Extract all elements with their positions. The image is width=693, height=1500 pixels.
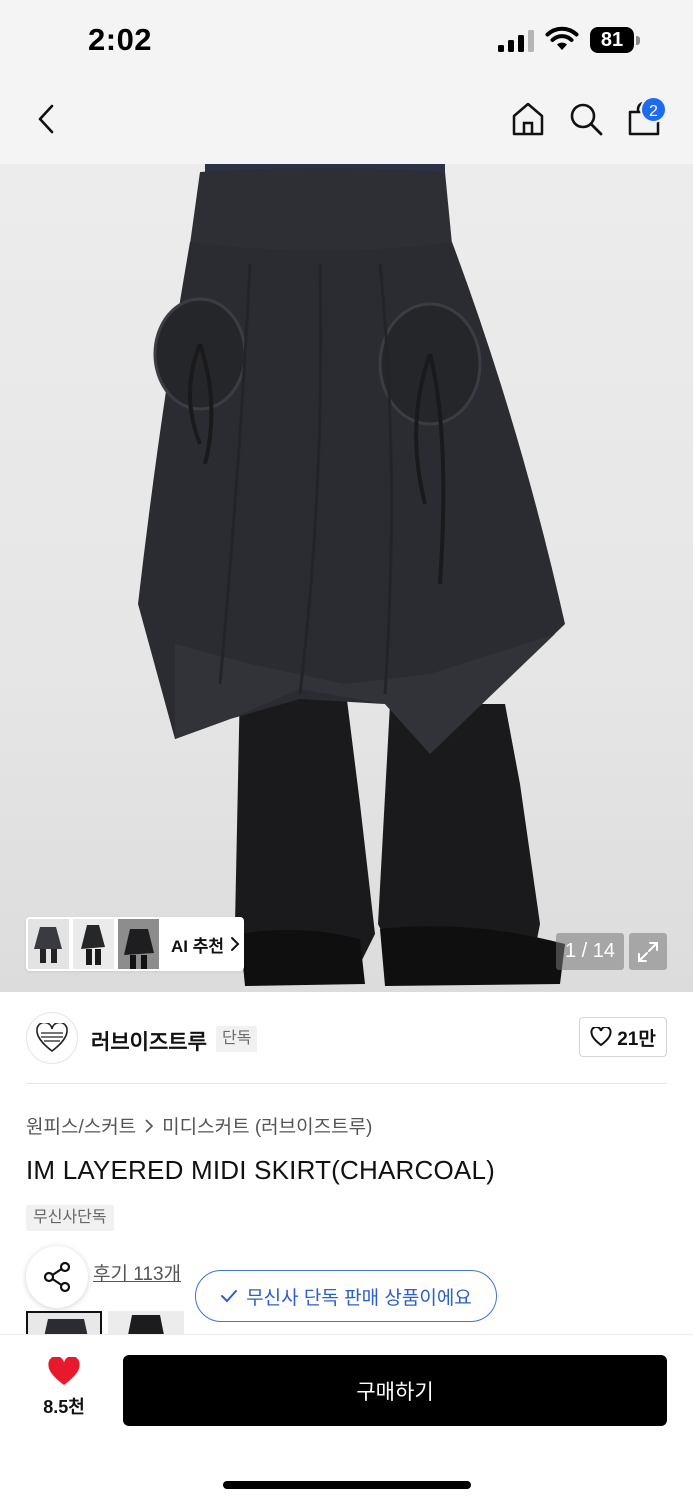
product-title: IM LAYERED MIDI SKIRT(CHARCOAL)	[26, 1155, 495, 1185]
review-link[interactable]: 후기 113개	[93, 1259, 181, 1286]
wifi-icon	[545, 26, 579, 50]
share-icon	[43, 1261, 71, 1293]
top-nav	[0, 82, 693, 164]
breadcrumb: 원피스/스커트 미디스커트 (러브이즈트루)	[26, 1112, 372, 1139]
divider	[26, 1083, 667, 1084]
signal-icon	[498, 30, 534, 52]
back-button[interactable]	[24, 97, 68, 141]
battery-indicator: 81	[590, 27, 640, 53]
battery-level: 81	[590, 27, 634, 53]
chevron-left-icon	[38, 104, 54, 134]
heart-filled-icon	[48, 1357, 80, 1385]
product-photo	[138, 164, 565, 986]
image-counter: 1 / 14	[556, 933, 624, 970]
breadcrumb-category[interactable]: 원피스/스커트	[26, 1112, 136, 1139]
heart-outline-icon	[590, 1027, 612, 1047]
ai-thumbnail-3	[118, 919, 159, 969]
brand-heart-logo-icon	[36, 1023, 68, 1053]
status-time: 2:02	[88, 22, 153, 57]
expand-image-button[interactable]	[629, 933, 667, 970]
status-bar: 2:02 81	[0, 0, 693, 82]
bottom-action-bar: 8.5천 구매하기	[0, 1334, 693, 1500]
share-button[interactable]	[26, 1246, 88, 1308]
color-option[interactable]	[108, 1311, 184, 1335]
wishlist-button[interactable]: 8.5천	[34, 1357, 94, 1419]
exclusive-tag: 무신사단독	[26, 1205, 114, 1231]
brand-logo[interactable]	[26, 1012, 78, 1064]
search-button[interactable]	[564, 97, 608, 141]
ai-thumbnail-2	[73, 919, 114, 969]
chevron-right-icon	[145, 1118, 154, 1133]
battery-tip	[636, 36, 640, 45]
ai-thumbnail-1	[28, 919, 69, 969]
buy-button[interactable]: 구매하기	[123, 1355, 667, 1426]
check-icon	[221, 1290, 238, 1302]
ai-recommend-button[interactable]: AI 추천	[26, 917, 244, 971]
brand-name[interactable]: 러브이즈트루	[91, 1026, 207, 1056]
home-indicator	[223, 1481, 471, 1489]
ai-recommend-label: AI 추천	[171, 936, 225, 956]
home-icon	[512, 102, 544, 136]
brand-like-button[interactable]: 21만	[579, 1017, 667, 1057]
wishlist-count: 8.5천	[43, 1397, 85, 1417]
chevron-right-icon	[231, 937, 240, 951]
breadcrumb-subcategory[interactable]: 미디스커트 (러브이즈트루)	[162, 1112, 372, 1139]
home-button[interactable]	[506, 97, 550, 141]
brand-like-count: 21만	[617, 1028, 656, 1050]
brand-exclusive-badge: 단독	[216, 1026, 258, 1052]
cart-badge: 2	[640, 96, 667, 123]
exclusive-notice-pill[interactable]: 무신사 단독 판매 상품이에요	[195, 1270, 497, 1322]
expand-icon	[638, 941, 658, 962]
product-image-gallery[interactable]	[0, 164, 693, 992]
brand-row: 러브이즈트루 단독 21만	[0, 992, 693, 1084]
exclusive-notice-text: 무신사 단독 판매 상품이에요	[246, 1287, 472, 1309]
search-icon	[570, 103, 603, 136]
color-option-selected[interactable]	[26, 1311, 102, 1335]
